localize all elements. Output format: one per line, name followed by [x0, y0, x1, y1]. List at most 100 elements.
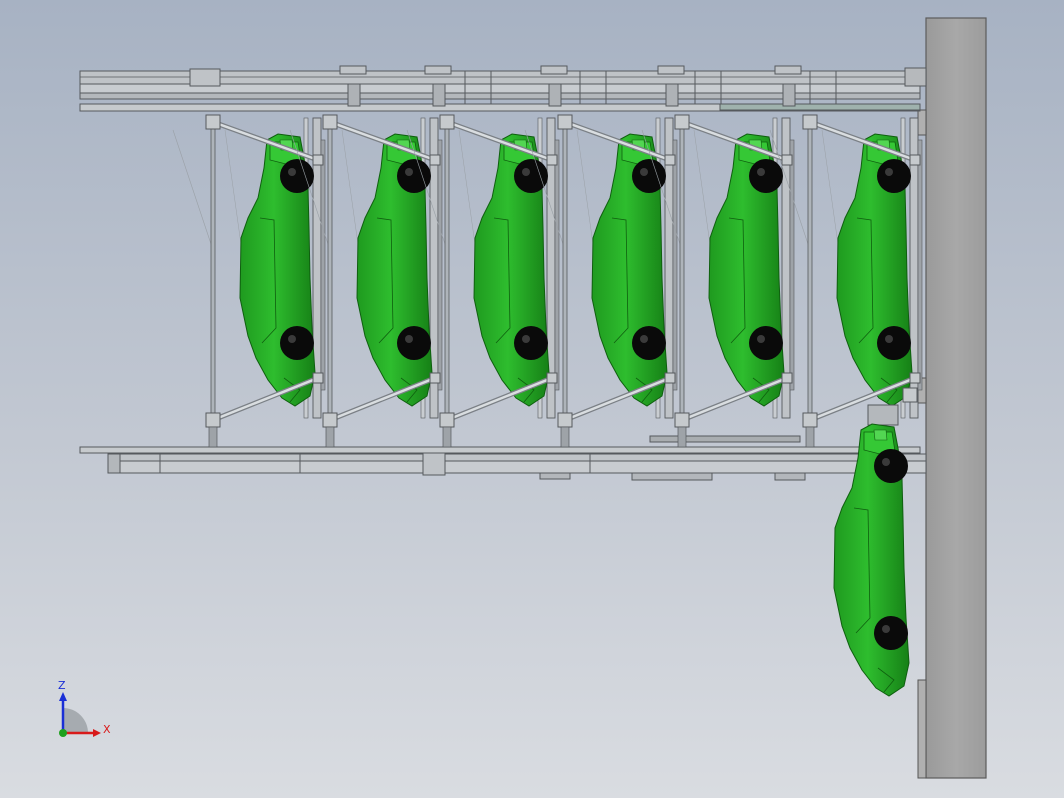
pivot-block	[312, 372, 324, 384]
car-front-wheel	[514, 159, 548, 193]
pivot-block	[674, 114, 690, 130]
car-front-wheel	[877, 159, 911, 193]
base-foot	[325, 426, 335, 448]
wheel-hub	[288, 335, 296, 343]
x-axis-arrow	[93, 729, 101, 737]
guide-post	[807, 127, 813, 419]
wheel-hub	[640, 335, 648, 343]
rail-hanger	[432, 83, 446, 107]
pivot-block	[557, 114, 573, 130]
guide-post	[444, 127, 450, 419]
car-rear-wheel	[397, 326, 431, 360]
wheel-hub	[757, 335, 765, 343]
pivot-block	[322, 114, 338, 130]
car-front-wheel	[280, 159, 314, 193]
wheel-hub	[522, 335, 530, 343]
lift-pivot	[902, 387, 918, 403]
carrier-rail	[437, 139, 443, 391]
pivot-block	[557, 412, 573, 428]
car-tow-hook	[873, 429, 888, 441]
car-front-wheel	[749, 159, 783, 193]
carrier-rail	[789, 139, 795, 391]
car-front-wheel	[632, 159, 666, 193]
pivot-block	[439, 114, 455, 130]
pivot-block	[546, 372, 558, 384]
cad-viewport[interactable]: Z X	[0, 0, 1064, 798]
storage-bay	[172, 114, 326, 448]
wheel-hub	[885, 335, 893, 343]
car-rear-wheel	[632, 326, 666, 360]
stored-car	[708, 133, 785, 407]
wheel-hub	[288, 168, 296, 176]
rail-hanger	[548, 83, 562, 107]
y-axis-dot	[59, 729, 67, 737]
pivot-block	[674, 412, 690, 428]
guide-post	[327, 127, 333, 419]
parking-system-drawing	[59, 17, 987, 779]
triad-sector	[63, 708, 88, 733]
stored-car	[356, 133, 433, 407]
z-axis-label: Z	[58, 679, 66, 692]
pivot-block	[439, 412, 455, 428]
hanging-car-assembly	[833, 387, 918, 697]
wheel-hub	[522, 168, 530, 176]
car-rear-wheel	[749, 326, 783, 360]
rail-carriage	[657, 65, 685, 75]
wall-bracket	[917, 679, 927, 779]
car-rear-wheel	[877, 326, 911, 360]
base-foot	[677, 426, 687, 448]
car-rear-wheel	[874, 616, 908, 650]
x-axis-label: X	[103, 723, 111, 736]
car-rear-wheel	[280, 326, 314, 360]
pivot-block	[802, 412, 818, 428]
guide-post	[562, 127, 568, 419]
axis-triad	[59, 692, 101, 737]
pivot-block	[429, 372, 441, 384]
base-foot	[442, 426, 452, 448]
pivot-block	[205, 114, 221, 130]
stored-car	[836, 133, 913, 407]
base-foot	[805, 426, 815, 448]
car-front-wheel	[874, 449, 908, 483]
building-wall	[925, 17, 987, 779]
wheel-hub	[757, 168, 765, 176]
wheel-hub	[405, 168, 413, 176]
car-front-wheel	[397, 159, 431, 193]
carrier-rail	[917, 139, 923, 391]
pivot-block	[781, 372, 793, 384]
pivot-block	[909, 154, 921, 166]
cable-line	[172, 129, 214, 251]
stored-car	[591, 133, 668, 407]
base-foot	[208, 426, 218, 448]
carrier-rail	[554, 139, 560, 391]
stored-car	[473, 133, 550, 407]
pivot-block	[802, 114, 818, 130]
pivot-block	[429, 154, 441, 166]
pivot-block	[546, 154, 558, 166]
z-axis-arrow	[59, 692, 67, 701]
lift-hook	[867, 404, 899, 426]
pivot-block	[312, 154, 324, 166]
wheel-hub	[882, 458, 890, 466]
rail-hanger	[347, 83, 361, 107]
wheel-hub	[885, 168, 893, 176]
rail-hanger	[665, 83, 679, 107]
rail-carriage	[540, 65, 568, 75]
wheel-hub	[640, 168, 648, 176]
guide-post	[679, 127, 685, 419]
bottom-rail	[79, 435, 927, 481]
base-foot	[560, 426, 570, 448]
wall-bracket	[917, 109, 927, 136]
wheel-hub	[882, 625, 890, 633]
guide-post	[210, 127, 216, 419]
rail-carriage	[774, 65, 802, 75]
car-rear-wheel	[514, 326, 548, 360]
pivot-block	[664, 154, 676, 166]
carrier-rail	[320, 139, 326, 391]
carrier-rail	[672, 139, 678, 391]
wheel-hub	[405, 335, 413, 343]
pivot-block	[205, 412, 221, 428]
rail-carriage	[339, 65, 367, 75]
pivot-block	[664, 372, 676, 384]
rail-hanger	[782, 83, 796, 107]
